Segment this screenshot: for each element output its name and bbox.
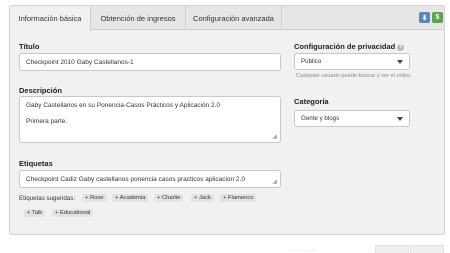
title-input-value: Checkpoint 2010 Gaby Castellanos-1 [26, 59, 134, 66]
title-input[interactable]: Checkpoint 2010 Gaby Castellanos-1 [19, 53, 281, 71]
category-label: Categoría [294, 97, 329, 106]
monetize-icon[interactable]: $ [432, 12, 443, 23]
suggested-tag[interactable]: + Flamenco [220, 194, 257, 202]
suggested-tag[interactable]: + Educational [52, 209, 94, 217]
tab-basic-info[interactable]: Información básica [10, 6, 91, 31]
tab-advanced-settings[interactable]: Configuración avanzada [186, 6, 282, 30]
description-line-2: Primera parte. [26, 118, 68, 125]
help-icon[interactable]: ? [397, 44, 405, 51]
tab-monetization[interactable]: Obtención de ingresos [91, 6, 186, 30]
privacy-hint: Cualquier usuario puede buscar y ver el … [296, 73, 412, 79]
suggested-tag[interactable]: + Talk [24, 209, 46, 217]
category-select[interactable]: Gente y blogs [294, 110, 410, 127]
chevron-down-icon [397, 60, 403, 64]
resize-grip-icon[interactable]: ◢ [272, 178, 277, 185]
description-line-1: Gaby Castellanos en su Ponencia-Casos Pr… [26, 102, 221, 109]
privacy-label: Configuración de privacidad? [294, 42, 405, 51]
suggested-tags-label: Etiquetas sugeridas: [19, 195, 76, 202]
suggested-tag[interactable]: + Rose [82, 194, 107, 202]
tags-input[interactable]: Checkpoint Cadiz Gaby castellanos ponenc… [19, 170, 281, 188]
privacy-select-value: Público [301, 58, 322, 65]
suggested-tag[interactable]: + Academia [112, 194, 149, 202]
description-label: Descripción [19, 86, 62, 95]
title-label: Título [19, 42, 40, 51]
suggested-tag[interactable]: + Charlie [154, 194, 184, 202]
tags-label: Etiquetas [19, 159, 53, 168]
resize-grip-icon[interactable]: ◢ [272, 133, 277, 140]
suggested-tag[interactable]: + Jack [191, 194, 214, 202]
chevron-down-icon [397, 117, 403, 121]
description-textarea[interactable]: Gaby Castellanos en su Ponencia-Casos Pr… [19, 96, 281, 143]
footer-button[interactable] [375, 245, 409, 253]
tags-input-value: Checkpoint Cadiz Gaby castellanos ponenc… [26, 176, 245, 183]
privacy-select[interactable]: Público [294, 53, 410, 70]
tab-bar: Información básica Obtención de ingresos… [10, 6, 444, 31]
faded-footer-text: ··· ·· ········· [288, 248, 317, 253]
download-icon[interactable]: ⬇ [419, 12, 430, 23]
footer-button[interactable] [410, 245, 444, 253]
category-select-value: Gente y blogs [301, 115, 340, 122]
video-info-panel: Información básica Obtención de ingresos… [9, 5, 445, 235]
